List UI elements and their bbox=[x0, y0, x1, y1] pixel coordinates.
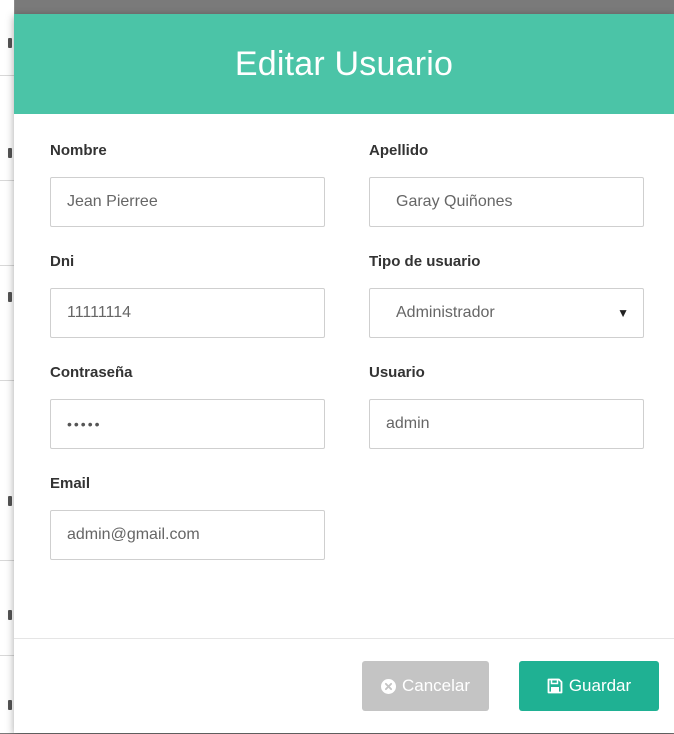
field-dni: Dni 11111114 bbox=[50, 252, 325, 338]
field-nombre: Nombre Jean Pierree bbox=[50, 141, 325, 227]
background-divider bbox=[0, 560, 14, 561]
background-glyph bbox=[8, 700, 12, 710]
dni-value: 11111114 bbox=[67, 304, 132, 321]
email-input[interactable]: admin@gmail.com bbox=[50, 510, 325, 560]
modal-footer: Cancelar Guardar bbox=[14, 638, 674, 734]
tipo-usuario-select[interactable]: Administrador ▼ bbox=[369, 288, 644, 338]
tipo-usuario-label: Tipo de usuario bbox=[369, 253, 481, 270]
contrasena-input[interactable]: ••••• bbox=[50, 399, 325, 449]
email-label: Email bbox=[50, 475, 91, 492]
contrasena-label: Contraseña bbox=[50, 364, 133, 381]
apellido-value: Garay Quiñones bbox=[396, 193, 513, 210]
email-value: admin@gmail.com bbox=[67, 526, 200, 543]
apellido-input[interactable]: Garay Quiñones bbox=[369, 177, 644, 227]
cancel-button-label: Cancelar bbox=[401, 676, 471, 695]
modal-title: Editar Usuario bbox=[234, 44, 454, 83]
background-divider bbox=[0, 75, 14, 76]
contrasena-value: ••••• bbox=[67, 416, 102, 432]
floppy-disk-icon bbox=[547, 678, 563, 694]
edit-user-modal: Editar Usuario Nombre Jean Pierree Apell… bbox=[14, 14, 674, 733]
save-button-label: Guardar bbox=[568, 676, 632, 695]
background-divider bbox=[0, 180, 14, 181]
modal-body: Nombre Jean Pierree Apellido Garay Quiño… bbox=[14, 114, 674, 638]
background-glyph bbox=[8, 496, 12, 506]
cancel-button[interactable]: Cancelar bbox=[362, 661, 489, 711]
apellido-label: Apellido bbox=[369, 142, 429, 159]
usuario-label: Usuario bbox=[369, 364, 425, 381]
usuario-input[interactable]: admin bbox=[369, 399, 644, 449]
nombre-input[interactable]: Jean Pierree bbox=[50, 177, 325, 227]
field-apellido: Apellido Garay Quiñones bbox=[369, 141, 644, 227]
background-divider bbox=[0, 265, 14, 266]
dni-input[interactable]: 11111114 bbox=[50, 288, 325, 338]
background-glyph bbox=[8, 292, 12, 302]
modal-header: Editar Usuario bbox=[14, 14, 674, 114]
nombre-label: Nombre bbox=[50, 142, 107, 159]
save-button[interactable]: Guardar bbox=[519, 661, 659, 711]
usuario-value: admin bbox=[386, 415, 430, 432]
times-circle-icon bbox=[380, 678, 396, 694]
field-usuario: Usuario admin bbox=[369, 363, 644, 449]
field-tipo-usuario: Tipo de usuario Administrador ▼ bbox=[369, 252, 644, 338]
background-page-edge bbox=[0, 0, 15, 733]
field-contrasena: Contraseña ••••• bbox=[50, 363, 325, 449]
background-glyph bbox=[8, 38, 12, 48]
nombre-value: Jean Pierree bbox=[67, 193, 158, 210]
dni-label: Dni bbox=[50, 253, 75, 270]
background-divider bbox=[0, 380, 14, 381]
background-glyph bbox=[8, 610, 12, 620]
field-email: Email admin@gmail.com bbox=[50, 474, 325, 560]
background-glyph bbox=[8, 148, 12, 158]
tipo-usuario-selected: Administrador bbox=[396, 304, 495, 321]
dropdown-caret-icon: ▼ bbox=[617, 306, 629, 320]
background-divider bbox=[0, 655, 14, 656]
